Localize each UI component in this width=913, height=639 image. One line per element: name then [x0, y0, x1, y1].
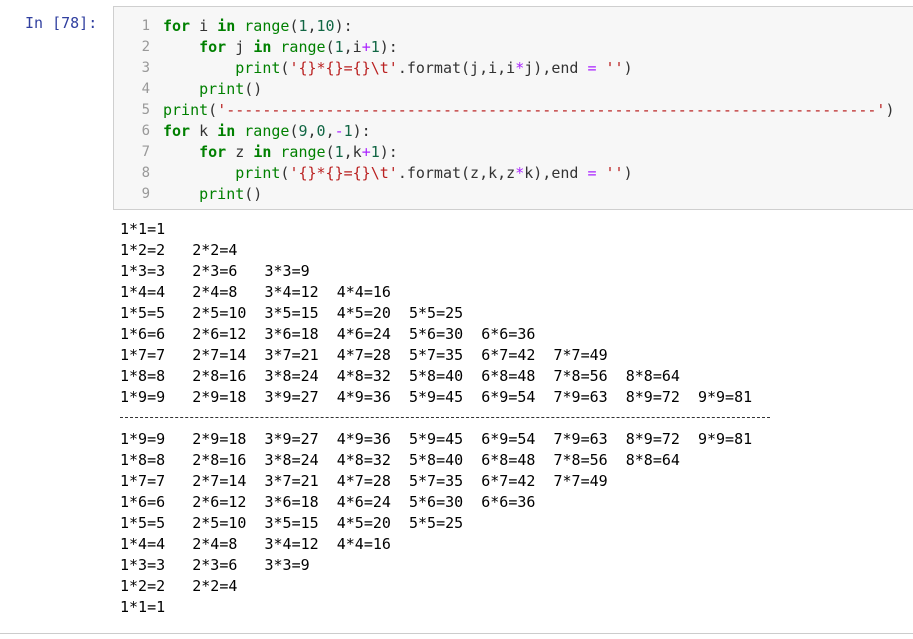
- output-line: 1*7=7 2*7=14 3*7=21 4*7=28 5*7=35 6*7=42…: [120, 346, 608, 364]
- code-line: print('{}*{}={}\t'.format(z,k,z*k),end =…: [235, 164, 633, 182]
- output-line: 1*8=8 2*8=16 3*8=24 4*8=32 5*8=40 6*8=48…: [120, 451, 680, 469]
- line-number: 5: [141, 102, 150, 118]
- line-number: 4: [141, 81, 150, 97]
- line-number: 7: [141, 144, 150, 160]
- output-line: 1*8=8 2*8=16 3*8=24 4*8=32 5*8=40 6*8=48…: [120, 367, 680, 385]
- input-prompt: In [78]:: [25, 14, 98, 32]
- code-line: for j in range(1,i+1):: [199, 38, 398, 56]
- code-line: for i in range(1,10):: [163, 17, 353, 35]
- output-line: 1*9=9 2*9=18 3*9=27 4*9=36 5*9=45 6*9=54…: [120, 388, 753, 406]
- code-cell[interactable]: 1 2 3 4 5 6 7 8 9 for i in range(1,10): for j in…: [113, 6, 913, 210]
- output-line: 1*5=5 2*5=10 3*5=15 4*5=20 5*5=25: [120, 514, 464, 532]
- output-line: 1*4=4 2*4=8 3*4=12 4*4=16: [120, 535, 391, 553]
- output-line: 1*9=9 2*9=18 3*9=27 4*9=36 5*9=45 6*9=54…: [120, 430, 753, 448]
- line-number: 8: [141, 165, 150, 181]
- output-line: 1*3=3 2*3=6 3*3=9: [120, 262, 310, 280]
- output-line: 1*6=6 2*6=12 3*6=18 4*6=24 5*6=30 6*6=36: [120, 325, 536, 343]
- cell-divider: [0, 633, 913, 634]
- output-line: 1*1=1: [120, 220, 166, 238]
- line-number: 9: [141, 186, 150, 202]
- output-separator: [120, 408, 770, 429]
- code-line: for z in range(1,k+1):: [199, 143, 398, 161]
- dashed-line: [120, 417, 770, 418]
- code-line: print('---------------------------------…: [163, 101, 895, 119]
- line-number: 3: [141, 60, 150, 76]
- line-number: 6: [141, 123, 150, 139]
- line-numbers: 1 2 3 4 5 6 7 8 9: [114, 16, 150, 205]
- code-line: print(): [199, 80, 263, 98]
- output-line: 1*4=4 2*4=8 3*4=12 4*4=16: [120, 283, 391, 301]
- code-line: print('{}*{}={}\t'.format(j,i,i*j),end =…: [235, 59, 633, 77]
- output-line: 1*1=1: [120, 598, 166, 616]
- output-line: 1*2=2 2*2=4: [120, 241, 238, 259]
- output-line: 1*6=6 2*6=12 3*6=18 4*6=24 5*6=30 6*6=36: [120, 493, 536, 511]
- line-number: 2: [141, 39, 150, 55]
- output-line: 1*3=3 2*3=6 3*3=9: [120, 556, 310, 574]
- code-line: print(): [199, 185, 263, 203]
- output-line: 1*7=7 2*7=14 3*7=21 4*7=28 5*7=35 6*7=42…: [120, 472, 608, 490]
- cell-output: 1*1=1 1*2=2 2*2=4 1*3=3 2*3=6 3*3=9 1*4=4 2…: [120, 219, 770, 618]
- output-line: 1*5=5 2*5=10 3*5=15 4*5=20 5*5=25: [120, 304, 464, 322]
- line-number: 1: [141, 18, 150, 34]
- code-line: for k in range(9,0,-1):: [163, 122, 371, 140]
- output-line: 1*2=2 2*2=4: [120, 577, 238, 595]
- code-editor[interactable]: for i in range(1,10): for j in range(1,i…: [163, 16, 895, 205]
